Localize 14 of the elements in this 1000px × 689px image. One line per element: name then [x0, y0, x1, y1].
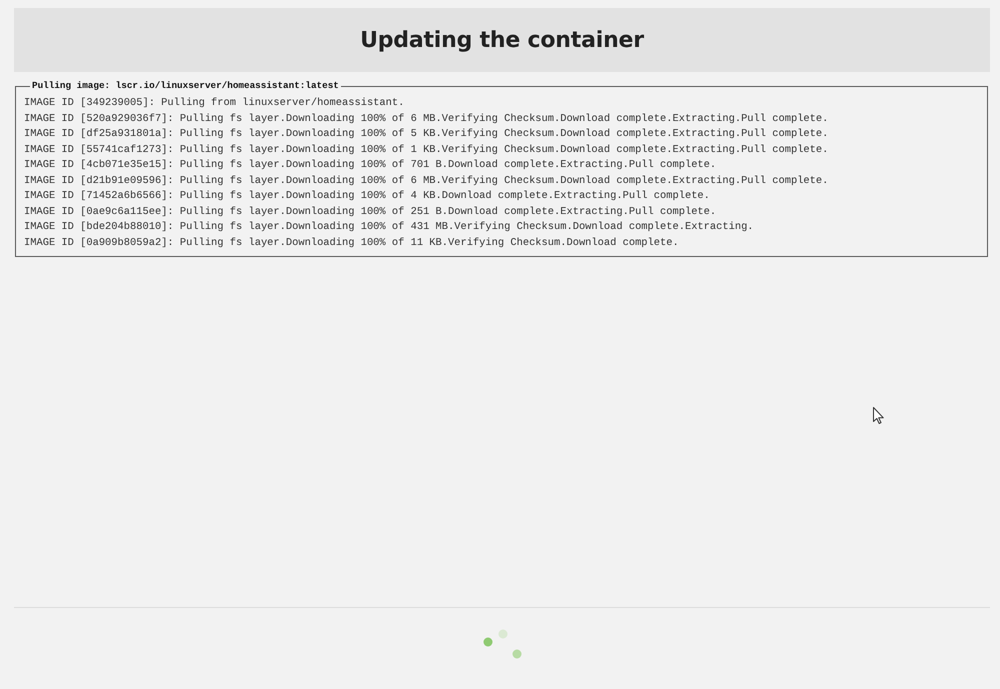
log-line: IMAGE ID [df25a931801a]: Pulling fs layer.Downloading 100% of 5 KB.Verifying Checksum.Download complete.Extracting.Pull complete.: [24, 127, 828, 142]
log-legend: Pulling image: lscr.io/linuxserver/homeassistant:latest: [30, 80, 341, 92]
log-line: IMAGE ID [bde204b88010]: Pulling fs layer.Downloading 100% of 431 MB.Verifying Checksum.Download complete.Extracting.: [24, 220, 754, 235]
log-line: IMAGE ID [55741caf1273]: Pulling fs layer.Downloading 100% of 1 KB.Verifying Checksum.Download complete.Extracting.Pull complete.: [24, 142, 828, 158]
log-line: IMAGE ID [d21b91e09596]: Pulling fs layer.Downloading 100% of 6 MB.Verifying Checksum.Download complete.Extracting.Pull complete.: [24, 174, 828, 188]
page-title: Updating the container: [360, 28, 644, 52]
log-line: IMAGE ID [0a909b8059a2]: Pulling fs layer.Downloading 100% of 11 KB.Verifying Checksum.Download complete.: [24, 236, 679, 250]
log-line: IMAGE ID [520a929036f7]: Pulling fs layer.Downloading 100% of 6 MB.Verifying Checksum.Download complete.Extracting.Pull complete.: [24, 112, 828, 126]
loading-spinner-icon: [482, 628, 522, 660]
log-line: IMAGE ID [4cb071e35e15]: Pulling fs layer.Downloading 100% of 701 B.Download complete.Extracting.Pull complete.: [24, 158, 716, 173]
log-line: IMAGE ID [0ae9c6a115ee]: Pulling fs layer.Downloading 100% of 251 B.Download complete.Extracting.Pull complete.: [24, 204, 716, 220]
log-line: IMAGE ID [349239005]: Pulling from linuxserver/homeassistant.: [24, 96, 404, 111]
log-line: IMAGE ID [71452a6b6566]: Pulling fs layer.Downloading 100% of 4 KB.Download complete.Extracting.Pull complete.: [24, 189, 710, 204]
mouse-pointer-icon: [873, 407, 884, 424]
